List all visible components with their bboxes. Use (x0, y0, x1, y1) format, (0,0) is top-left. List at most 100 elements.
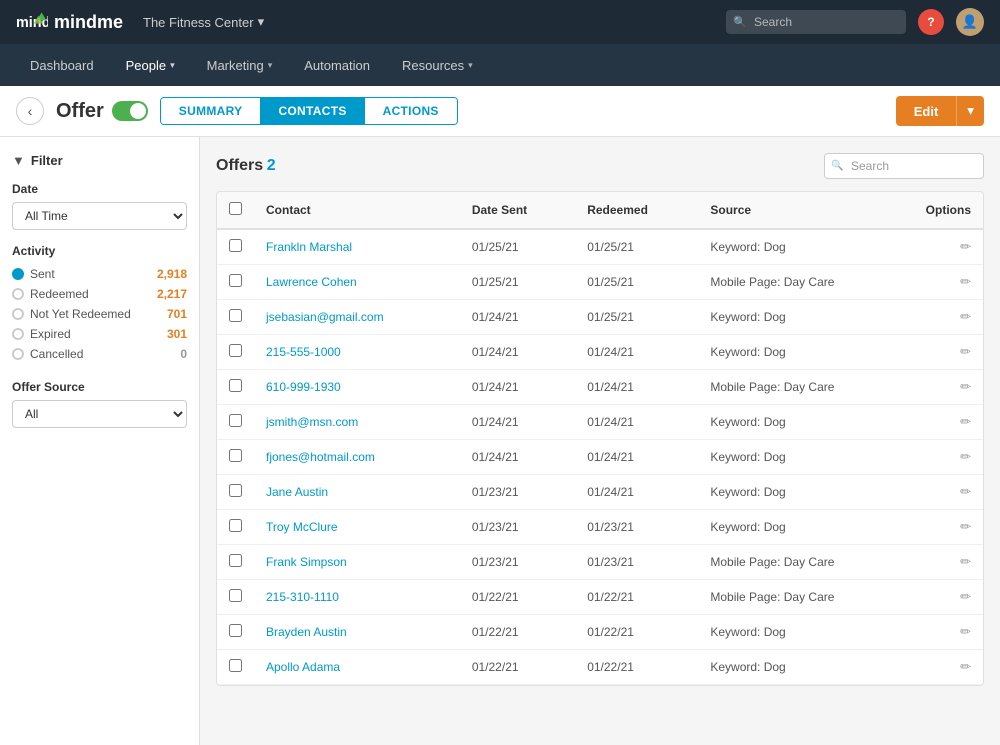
activity-expired-label[interactable]: Expired (12, 327, 71, 341)
activity-sent-radio[interactable] (12, 268, 24, 280)
top-bar-right: ? 👤 (726, 8, 984, 36)
date-select[interactable]: All Time Today This Week This Month (12, 202, 187, 230)
edit-button[interactable]: Edit (896, 96, 957, 126)
contact-link[interactable]: jsmith@msn.com (266, 415, 358, 429)
col-redeemed: Redeemed (575, 192, 698, 229)
row-redeemed: 01/24/21 (575, 405, 698, 440)
row-edit-icon[interactable]: ✏ (960, 239, 971, 254)
select-all-checkbox[interactable] (229, 202, 242, 215)
row-checkbox[interactable] (229, 239, 242, 252)
edit-dropdown-button[interactable]: ▾ (956, 96, 984, 126)
tab-actions[interactable]: ACTIONS (365, 98, 457, 124)
activity-sent-text: Sent (30, 267, 55, 281)
row-options: ✏ (914, 405, 983, 440)
tab-contacts[interactable]: CONTACTS (260, 98, 364, 124)
offer-source-select[interactable]: All Keyword Mobile Page (12, 400, 187, 428)
row-edit-icon[interactable]: ✏ (960, 659, 971, 674)
row-source: Mobile Page: Day Care (698, 545, 913, 580)
sub-header-left: ‹ Offer SUMMARY CONTACTS ACTIONS (16, 97, 458, 125)
activity-sent-label[interactable]: Sent (12, 267, 55, 281)
row-checkbox[interactable] (229, 484, 242, 497)
contact-link[interactable]: fjones@hotmail.com (266, 450, 375, 464)
nav-item-marketing[interactable]: Marketing ▾ (193, 50, 287, 81)
row-edit-icon[interactable]: ✏ (960, 274, 971, 289)
row-check-cell (217, 440, 254, 475)
row-checkbox[interactable] (229, 414, 242, 427)
row-check-cell (217, 335, 254, 370)
nav-item-dashboard[interactable]: Dashboard (16, 50, 108, 81)
row-options: ✏ (914, 335, 983, 370)
activity-sent-count: 2,918 (157, 267, 187, 281)
row-checkbox[interactable] (229, 624, 242, 637)
logo[interactable]: mind mindme (16, 8, 123, 36)
col-source: Source (698, 192, 913, 229)
row-edit-icon[interactable]: ✏ (960, 624, 971, 639)
row-checkbox[interactable] (229, 589, 242, 602)
avatar[interactable]: 👤 (956, 8, 984, 36)
row-checkbox[interactable] (229, 659, 242, 672)
row-edit-icon[interactable]: ✏ (960, 449, 971, 464)
row-edit-icon[interactable]: ✏ (960, 519, 971, 534)
activity-cancelled-label[interactable]: Cancelled (12, 347, 83, 361)
row-checkbox[interactable] (229, 519, 242, 532)
row-checkbox[interactable] (229, 309, 242, 322)
contact-link[interactable]: Brayden Austin (266, 625, 347, 639)
row-edit-icon[interactable]: ✏ (960, 554, 971, 569)
row-checkbox[interactable] (229, 274, 242, 287)
row-edit-icon[interactable]: ✏ (960, 589, 971, 604)
row-contact: Lawrence Cohen (254, 265, 460, 300)
help-icon[interactable]: ? (918, 9, 944, 35)
activity-not-redeemed-radio[interactable] (12, 308, 24, 320)
activity-redeemed-label[interactable]: Redeemed (12, 287, 89, 301)
row-options: ✏ (914, 545, 983, 580)
nav-label-resources: Resources (402, 58, 464, 73)
offer-toggle[interactable] (112, 101, 148, 121)
activity-expired-radio[interactable] (12, 328, 24, 340)
activity-not-redeemed-label[interactable]: Not Yet Redeemed (12, 307, 131, 321)
row-checkbox[interactable] (229, 554, 242, 567)
org-selector[interactable]: The Fitness Center ▾ (143, 14, 264, 30)
contact-link[interactable]: Frankln Marshal (266, 240, 352, 254)
contact-link[interactable]: Lawrence Cohen (266, 275, 357, 289)
contact-link[interactable]: Troy McClure (266, 520, 338, 534)
activity-cancelled-radio[interactable] (12, 348, 24, 360)
org-chevron-icon: ▾ (258, 14, 265, 30)
nav-item-people[interactable]: People ▾ (112, 50, 189, 81)
row-options: ✏ (914, 580, 983, 615)
nav-item-automation[interactable]: Automation (290, 50, 384, 81)
row-contact: 215-310-1110 (254, 580, 460, 615)
row-edit-icon[interactable]: ✏ (960, 379, 971, 394)
contact-link[interactable]: 610-999-1930 (266, 380, 341, 394)
contact-link[interactable]: 215-555-1000 (266, 345, 341, 359)
row-edit-icon[interactable]: ✏ (960, 309, 971, 324)
activity-row-cancelled: Cancelled 0 (12, 344, 187, 364)
nav-item-resources[interactable]: Resources ▾ (388, 50, 487, 81)
row-redeemed: 01/25/21 (575, 229, 698, 265)
row-check-cell (217, 300, 254, 335)
activity-redeemed-radio[interactable] (12, 288, 24, 300)
row-source: Keyword: Dog (698, 440, 913, 475)
row-checkbox[interactable] (229, 344, 242, 357)
contact-link[interactable]: 215-310-1110 (266, 590, 339, 604)
row-options: ✏ (914, 475, 983, 510)
contact-link[interactable]: Frank Simpson (266, 555, 347, 569)
contact-link[interactable]: Apollo Adama (266, 660, 340, 674)
row-check-cell (217, 650, 254, 685)
top-search-input[interactable] (726, 10, 906, 34)
row-edit-icon[interactable]: ✏ (960, 484, 971, 499)
table-row: jsmith@msn.com 01/24/21 01/24/21 Keyword… (217, 405, 983, 440)
row-source: Mobile Page: Day Care (698, 580, 913, 615)
table-search-input[interactable] (824, 153, 984, 179)
row-source: Keyword: Dog (698, 475, 913, 510)
back-button[interactable]: ‹ (16, 97, 44, 125)
tab-summary[interactable]: SUMMARY (161, 98, 261, 124)
row-checkbox[interactable] (229, 449, 242, 462)
row-edit-icon[interactable]: ✏ (960, 414, 971, 429)
toggle-container[interactable] (112, 101, 148, 121)
contact-link[interactable]: jsebasian@gmail.com (266, 310, 384, 324)
contact-link[interactable]: Jane Austin (266, 485, 328, 499)
row-checkbox[interactable] (229, 379, 242, 392)
row-source: Keyword: Dog (698, 335, 913, 370)
row-edit-icon[interactable]: ✏ (960, 344, 971, 359)
people-chevron-icon: ▾ (170, 60, 175, 71)
